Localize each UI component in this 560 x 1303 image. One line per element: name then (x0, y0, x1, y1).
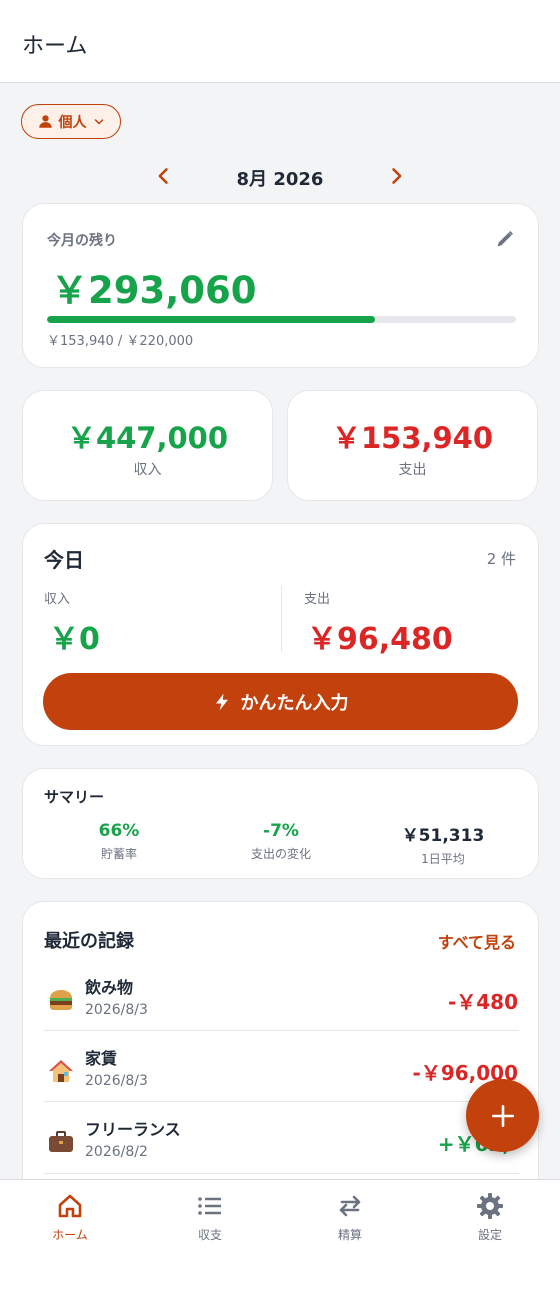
nav-item-transactions[interactable]: 収支 (140, 1180, 280, 1260)
home-icon (58, 1194, 82, 1218)
today-expense-label: 支出 (304, 592, 331, 607)
list-item-name: 家賃 (85, 1049, 118, 1068)
gear-icon (477, 1193, 503, 1219)
expense-stat-card[interactable]: ￥153,940 支出 (287, 390, 538, 501)
expense-change-label: 支出の変化 (250, 847, 311, 861)
spent-of-budget: ￥153,940 / ￥220,000 (47, 334, 194, 349)
list-item-name: フリーランス (85, 1120, 181, 1139)
remaining-title: 今月の残り (47, 233, 117, 249)
house-icon (47, 1057, 75, 1085)
list-divider (44, 1173, 519, 1174)
today-card: 今日 2 件 収入 ￥0 支出 ￥96,480 かんたん入力 (22, 523, 539, 746)
daily-average-value: ￥51,313 (401, 826, 485, 846)
add-record-button[interactable] (466, 1079, 539, 1152)
remaining-budget-card: 今月の残り ￥293,060 ￥153,940 / ￥220,000 (22, 203, 539, 368)
summary-title: サマリー (44, 788, 105, 806)
today-income-label: 収入 (44, 592, 71, 607)
income-total: ￥447,000 (66, 421, 229, 455)
nav-label-home: ホーム (52, 1228, 88, 1242)
plus-icon (491, 1104, 514, 1127)
today-divider (281, 586, 282, 652)
list-item-date: 2026/8/3 (85, 1002, 148, 1018)
bottom-navigation: ホーム 収支 精算 設定 (0, 1179, 560, 1303)
month-navigator: 8月 2026 (0, 160, 560, 192)
expense-total: ￥153,940 (331, 421, 494, 455)
nav-item-settings[interactable]: 設定 (420, 1180, 560, 1260)
pencil-icon (497, 231, 513, 247)
today-count-badge: 2 件 (486, 550, 516, 568)
see-all-link[interactable]: すべて見る (438, 929, 516, 953)
list-divider (44, 1030, 519, 1031)
list-item-date: 2026/8/2 (85, 1144, 148, 1160)
nav-label-settings: 設定 (477, 1228, 502, 1242)
list-icon (198, 1197, 221, 1215)
list-item-amount: -￥480 (447, 990, 518, 1014)
today-expense-value: ￥96,480 (307, 622, 453, 657)
page-title: ホーム (22, 34, 88, 59)
quick-entry-label: かんたん入力 (240, 692, 349, 714)
lightning-icon (215, 693, 228, 710)
savings-rate-label: 貯蓄率 (100, 847, 137, 861)
recent-title: 最近の記録 (44, 931, 134, 952)
transfer-icon (339, 1195, 361, 1217)
expense-label: 支出 (398, 462, 427, 478)
list-divider (44, 1101, 519, 1102)
scope-label: 個人 (58, 114, 87, 131)
nav-label-transactions: 収支 (197, 1228, 222, 1242)
summary-card: サマリー 66% 貯蓄率 -7% 支出の変化 ￥51,313 1日平均 (22, 768, 539, 879)
today-title: 今日 (44, 548, 84, 572)
briefcase-icon (47, 1128, 75, 1156)
daily-average-label: 1日平均 (421, 852, 465, 866)
income-label: 収入 (133, 462, 162, 478)
app-bar: ホーム (0, 0, 560, 83)
budget-progress-bar (47, 316, 516, 323)
chevron-down-icon (93, 116, 105, 128)
savings-rate-value: 66% (98, 821, 140, 841)
list-item[interactable]: フリーランス 2026/8/2 +￥62, (23, 1110, 540, 1182)
current-month-label: 8月 2026 (236, 169, 324, 190)
income-stat-card[interactable]: ￥447,000 収入 (22, 390, 273, 501)
nav-label-settlement: 精算 (337, 1228, 362, 1242)
nav-item-home[interactable]: ホーム (0, 1180, 140, 1260)
edit-budget-button[interactable] (494, 228, 516, 250)
daily-average: ￥51,313 1日平均 (363, 821, 523, 867)
chevron-left-icon (158, 168, 168, 184)
chevron-right-icon (392, 168, 402, 184)
today-income-value: ￥0 (49, 622, 100, 657)
list-item-name: 飲み物 (85, 978, 134, 997)
quick-entry-button[interactable]: かんたん入力 (43, 673, 518, 730)
budget-progress-fill (47, 316, 376, 323)
remaining-amount: ￥293,060 (51, 269, 257, 312)
scope-selector-chip[interactable]: 個人 (21, 104, 121, 139)
nav-item-settlement[interactable]: 精算 (280, 1180, 420, 1260)
burger-icon (47, 986, 75, 1014)
expense-change-value: -7% (263, 821, 299, 841)
savings-rate: 66% 貯蓄率 (39, 821, 199, 862)
list-item-date: 2026/8/3 (85, 1073, 148, 1089)
expense-change: -7% 支出の変化 (201, 821, 361, 862)
user-icon (38, 114, 53, 129)
previous-month-button[interactable] (152, 164, 176, 188)
next-month-button[interactable] (384, 164, 408, 188)
